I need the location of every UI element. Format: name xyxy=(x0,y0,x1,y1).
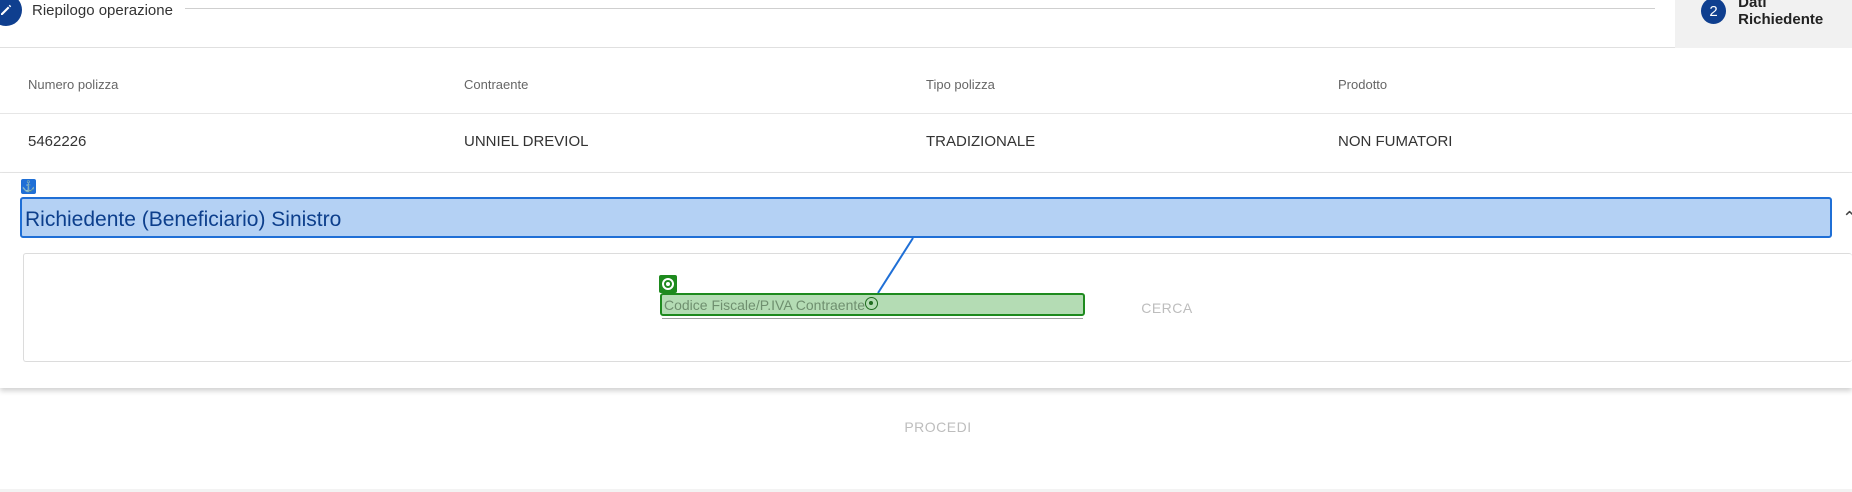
section-title: Richiedente (Beneficiario) Sinistro xyxy=(25,208,342,231)
anchor-icon: ⚓ xyxy=(21,179,36,194)
target-badge-icon xyxy=(659,275,677,293)
value-prodotto: NON FUMATORI xyxy=(1338,133,1453,150)
crosshair-icon xyxy=(865,297,878,310)
step-dati-richiedente-label: Dati Richiedente xyxy=(1738,0,1824,28)
cerca-button[interactable]: CERCA xyxy=(1120,296,1214,320)
policy-table-header: Numero polizza Contraente Tipo polizza P… xyxy=(0,48,1852,114)
section-header[interactable]: Richiedente (Beneficiario) Sinistro xyxy=(20,197,1832,238)
stepper: Riepilogo operazione 2 Dati Richiedente xyxy=(0,0,1852,48)
step-riepilogo-label: Riepilogo operazione xyxy=(32,2,173,19)
value-contraente: UNNIEL DREVIOL xyxy=(464,133,589,150)
step-number-badge: 2 xyxy=(1701,0,1727,24)
chevron-up-icon[interactable]: ⌃ xyxy=(1842,208,1852,229)
header-tipo-polizza: Tipo polizza xyxy=(926,77,995,92)
pencil-icon xyxy=(0,0,22,26)
header-numero-polizza: Numero polizza xyxy=(28,77,119,92)
value-tipo-polizza: TRADIZIONALE xyxy=(926,133,1036,150)
step-riepilogo[interactable]: Riepilogo operazione xyxy=(0,0,173,26)
policy-table-row: 5462226 UNNIEL DREVIOL TRADIZIONALE NON … xyxy=(0,115,1852,173)
header-contraente: Contraente xyxy=(464,77,529,92)
header-prodotto: Prodotto xyxy=(1338,77,1388,92)
step-dati-richiedente[interactable]: 2 Dati Richiedente xyxy=(1701,0,1852,28)
page: Riepilogo operazione 2 Dati Richiedente … xyxy=(0,0,1852,492)
value-numero-polizza: 5462226 xyxy=(28,133,87,150)
input-underline xyxy=(662,318,1083,319)
procedi-button[interactable]: PROCEDI xyxy=(888,415,988,439)
step-connector-line xyxy=(185,8,1655,9)
